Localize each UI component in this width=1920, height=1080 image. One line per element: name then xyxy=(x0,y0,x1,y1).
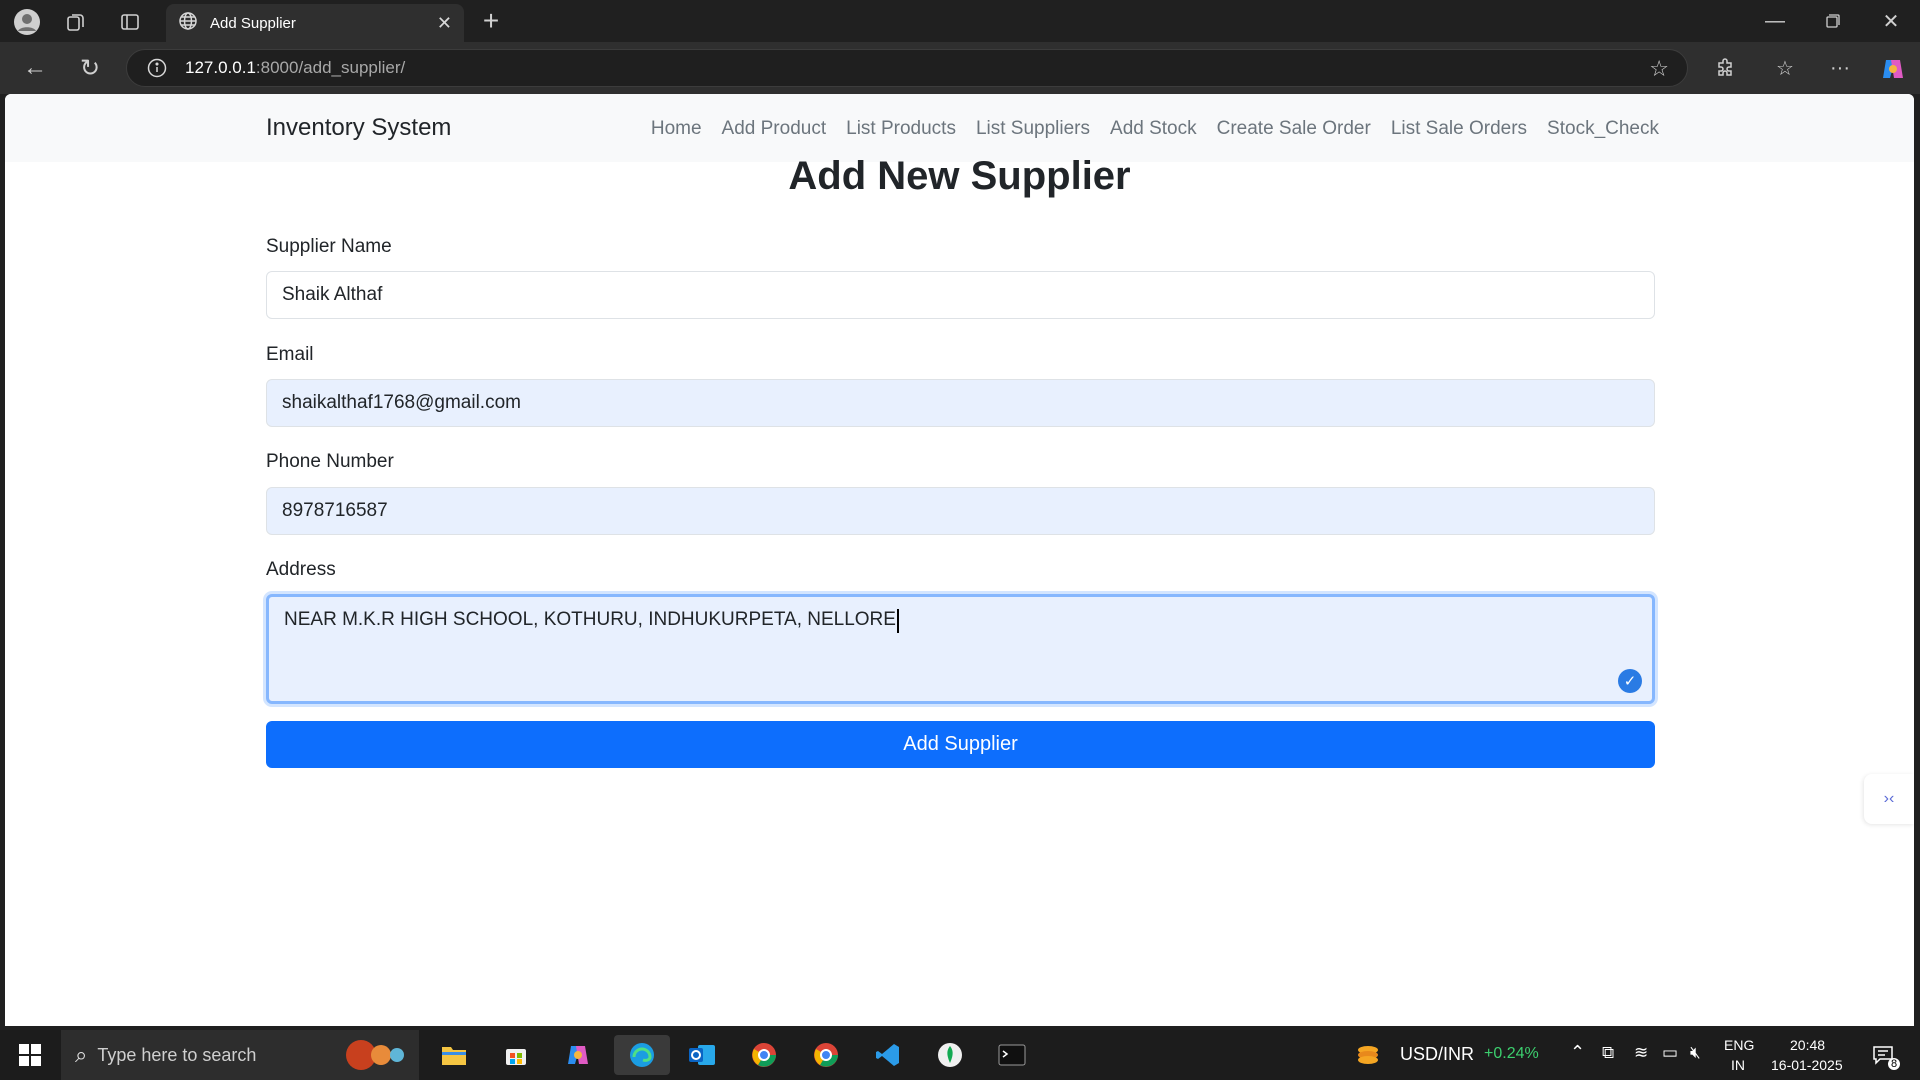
ticker-label[interactable]: USD/INR xyxy=(1400,1044,1474,1065)
wifi-icon[interactable]: ≋ xyxy=(1634,1043,1648,1063)
search-icon: ⌕ xyxy=(75,1042,88,1067)
globe-icon xyxy=(178,11,198,36)
supplier-name-input[interactable]: Shaik Althaf xyxy=(266,271,1655,319)
language-bottom[interactable]: IN xyxy=(1731,1057,1745,1073)
nav-link-add-stock[interactable]: Add Stock xyxy=(1110,118,1197,140)
nav-link-list-sale-orders[interactable]: List Sale Orders xyxy=(1391,118,1527,140)
nav-link-list-suppliers[interactable]: List Suppliers xyxy=(976,118,1090,140)
page-viewport: Inventory System Home Add Product List P… xyxy=(5,94,1914,1026)
file-explorer-icon[interactable] xyxy=(428,1035,480,1075)
tray-chevron-icon[interactable]: ⌃ xyxy=(1570,1042,1585,1063)
nav-links: Home Add Product List Products List Supp… xyxy=(651,118,1659,140)
chrome-profile-2-icon[interactable] xyxy=(800,1035,852,1075)
copilot-app-icon[interactable] xyxy=(552,1035,604,1075)
phone-input[interactable]: 8978716587 xyxy=(266,487,1655,535)
language-top[interactable]: ENG xyxy=(1724,1037,1754,1053)
nav-link-create-sale-order[interactable]: Create Sale Order xyxy=(1217,118,1371,140)
side-panel-tool-icon[interactable]: ›‹ xyxy=(1864,774,1914,824)
nav-link-home[interactable]: Home xyxy=(651,118,702,140)
edge-browser-icon[interactable] xyxy=(614,1035,670,1075)
collections-icon[interactable] xyxy=(62,8,90,36)
windows-start-icon[interactable] xyxy=(4,1035,56,1075)
tab-actions-icon[interactable] xyxy=(116,8,144,36)
clock-time[interactable]: 20:48 xyxy=(1790,1037,1825,1053)
nav-link-stock-check[interactable]: Stock_Check xyxy=(1547,118,1659,140)
site-info-icon[interactable] xyxy=(147,58,167,83)
clock-date[interactable]: 16-01-2025 xyxy=(1771,1057,1843,1073)
new-tab-icon[interactable]: + xyxy=(476,5,506,36)
meet-now-icon[interactable]: ⧉ xyxy=(1602,1043,1614,1063)
more-menu-icon[interactable]: ··· xyxy=(1825,53,1855,83)
terminal-icon[interactable] xyxy=(986,1035,1038,1075)
search-highlight-icon xyxy=(331,1038,411,1077)
navbar-brand[interactable]: Inventory System xyxy=(266,114,451,142)
address-label: Address xyxy=(266,559,336,580)
notification-center-icon[interactable] xyxy=(1862,1035,1904,1075)
chrome-profile-r-icon[interactable] xyxy=(738,1035,790,1075)
favorite-star-icon[interactable]: ☆ xyxy=(1649,56,1669,82)
nav-link-list-products[interactable]: List Products xyxy=(846,118,956,140)
mongodb-compass-icon[interactable] xyxy=(924,1035,976,1075)
search-placeholder: Type here to search xyxy=(97,1044,257,1065)
address-text: NEAR M.K.R HIGH SCHOOL, KOTHURU, INDHUKU… xyxy=(284,609,896,630)
text-caret xyxy=(896,609,899,633)
email-input[interactable]: shaikalthaf1768@gmail.com xyxy=(266,379,1655,427)
browser-tab-bar: Add Supplier ✕ + — ✕ xyxy=(0,0,1920,42)
outlook-icon[interactable] xyxy=(676,1035,728,1075)
battery-icon[interactable]: ▭ xyxy=(1662,1043,1678,1063)
page-title: Add New Supplier xyxy=(788,154,1131,198)
notification-count-badge: 8 xyxy=(1888,1058,1901,1070)
spellcheck-check-icon[interactable]: ✓ xyxy=(1618,669,1642,693)
url-path: :8000/add_supplier/ xyxy=(255,58,406,77)
add-supplier-button[interactable]: Add Supplier xyxy=(266,721,1655,768)
taskbar-search[interactable]: ⌕ Type here to search xyxy=(61,1030,419,1080)
close-tab-icon[interactable]: ✕ xyxy=(437,13,452,34)
currency-coins-icon[interactable] xyxy=(1350,1035,1386,1075)
phone-label: Phone Number xyxy=(266,451,394,472)
refresh-icon[interactable]: ↻ xyxy=(75,53,105,83)
supplier-name-label: Supplier Name xyxy=(266,236,392,257)
nav-link-add-product[interactable]: Add Product xyxy=(722,118,827,140)
volume-muted-icon[interactable]: 🔇︎ xyxy=(1690,1043,1701,1063)
url-host: 127.0.0.1 xyxy=(185,58,256,77)
minimize-icon[interactable]: — xyxy=(1760,6,1790,36)
extensions-icon[interactable] xyxy=(1710,53,1740,83)
favorites-icon[interactable]: ☆ xyxy=(1770,53,1800,83)
tab-title: Add Supplier xyxy=(210,14,296,32)
profile-icon[interactable] xyxy=(12,7,42,37)
vscode-icon[interactable] xyxy=(862,1035,914,1075)
copilot-icon[interactable] xyxy=(1878,54,1908,84)
email-label: Email xyxy=(266,344,314,365)
address-bar-row: ← ↻ 127.0.0.1:8000/add_supplier/ ☆ ☆ ··· xyxy=(0,42,1920,94)
close-window-icon[interactable]: ✕ xyxy=(1876,6,1906,36)
windows-taskbar: ⌕ Type here to search USD/INR +0.24% ⌃ ⧉… xyxy=(0,1030,1920,1080)
address-textarea[interactable]: NEAR M.K.R HIGH SCHOOL, KOTHURU, INDHUKU… xyxy=(266,594,1655,704)
microsoft-store-icon[interactable] xyxy=(490,1035,542,1075)
site-navbar: Inventory System Home Add Product List P… xyxy=(5,94,1914,162)
url-input[interactable]: 127.0.0.1:8000/add_supplier/ ☆ xyxy=(126,49,1688,87)
restore-icon[interactable] xyxy=(1818,6,1848,36)
ticker-change: +0.24% xyxy=(1484,1045,1539,1062)
tab-add-supplier[interactable]: Add Supplier ✕ xyxy=(166,4,464,42)
back-icon[interactable]: ← xyxy=(20,53,50,83)
